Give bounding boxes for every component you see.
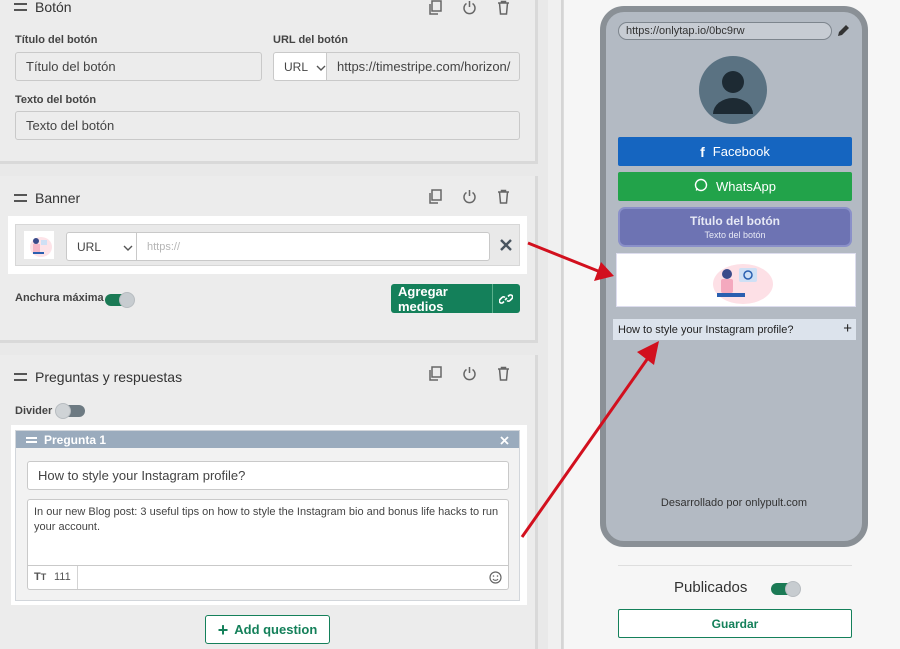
- button-url-type-select[interactable]: URL: [273, 52, 327, 81]
- trash-icon[interactable]: [495, 188, 511, 204]
- banner-row: URL https://: [15, 224, 520, 266]
- power-icon[interactable]: [461, 0, 477, 15]
- button-card: Botón Título del botón Título del botón …: [0, 0, 538, 164]
- preview-footer: Desarrollado por onlypult.com: [660, 497, 808, 509]
- chevron-down-icon: [316, 60, 326, 74]
- add-question-button[interactable]: + Add question: [205, 615, 330, 644]
- copy-icon[interactable]: [427, 365, 443, 381]
- faq-card-title: Preguntas y respuestas: [14, 369, 182, 385]
- banner-url-type-select[interactable]: URL: [66, 232, 137, 261]
- close-icon[interactable]: [500, 434, 509, 448]
- chevron-down-icon: [123, 240, 133, 254]
- drag-handle-icon[interactable]: [14, 194, 27, 202]
- editor-panel: Botón Título del botón Título del botón …: [0, 0, 563, 649]
- copy-icon[interactable]: [427, 0, 443, 15]
- banner-url-input[interactable]: https://: [136, 232, 490, 261]
- preview-faq-item[interactable]: How to style your Instagram profile? +: [613, 319, 856, 340]
- banner-thumbnail[interactable]: [24, 231, 54, 259]
- published-label: Publicados: [674, 579, 748, 596]
- answer-textarea[interactable]: In our new Blog post: 3 useful tips on h…: [27, 499, 509, 566]
- pencil-icon[interactable]: [836, 23, 851, 43]
- emoji-icon[interactable]: [489, 571, 502, 589]
- preview-banner[interactable]: [616, 253, 856, 307]
- link-icon: [491, 284, 520, 313]
- preview-custom-button[interactable]: Título del botón Texto del botón: [618, 207, 852, 247]
- divider-label: Divider: [15, 405, 53, 417]
- text-format-icon[interactable]: TT: [34, 571, 46, 583]
- published-toggle[interactable]: [771, 581, 801, 597]
- button-text-label: Texto del botón: [15, 94, 97, 106]
- drag-handle-icon[interactable]: [14, 373, 27, 381]
- preview-url[interactable]: https://onlytap.io/0bc9rw: [618, 22, 832, 40]
- drag-handle-icon[interactable]: [14, 3, 27, 11]
- button-url-label: URL del botón: [273, 34, 348, 46]
- close-icon[interactable]: [500, 238, 512, 256]
- button-url-input[interactable]: https://timestripe.com/horizon/: [326, 52, 520, 81]
- trash-icon[interactable]: [495, 0, 511, 15]
- add-media-button[interactable]: Agregar medios: [391, 284, 520, 314]
- facebook-icon: f: [700, 143, 705, 160]
- power-icon[interactable]: [461, 365, 477, 381]
- whatsapp-icon: [694, 178, 708, 195]
- max-width-toggle[interactable]: [105, 292, 135, 308]
- button-title-label: Título del botón: [15, 34, 98, 46]
- plus-icon: +: [843, 320, 852, 337]
- question-panel: Pregunta 1 How to style your Instagram p…: [15, 430, 520, 601]
- faq-card-actions: [427, 365, 511, 381]
- button-card-title: Botón: [14, 0, 72, 15]
- button-title-input[interactable]: Título del botón: [15, 52, 262, 81]
- plus-icon: +: [217, 619, 229, 640]
- avatar: [699, 56, 767, 124]
- whatsapp-button[interactable]: WhatsApp: [618, 172, 852, 201]
- banner-card-title: Banner: [14, 190, 80, 206]
- max-width-label: Anchura máxima: [15, 292, 104, 304]
- question-header[interactable]: Pregunta 1: [16, 431, 519, 448]
- copy-icon[interactable]: [427, 188, 443, 204]
- drag-handle-icon[interactable]: [26, 436, 37, 443]
- save-button[interactable]: Guardar: [618, 609, 852, 638]
- trash-icon[interactable]: [495, 365, 511, 381]
- phone-preview: https://onlytap.io/0bc9rw f Facebook Wha…: [600, 6, 868, 547]
- button-text-input[interactable]: Texto del botón: [15, 111, 520, 140]
- answer-toolbar: TT 111: [27, 566, 509, 590]
- power-icon[interactable]: [461, 188, 477, 204]
- question-input[interactable]: How to style your Instagram profile?: [27, 461, 509, 490]
- facebook-button[interactable]: f Facebook: [618, 137, 852, 166]
- button-card-actions: [427, 0, 511, 15]
- char-count: 111: [54, 571, 71, 583]
- banner-card-actions: [427, 188, 511, 204]
- divider-toggle[interactable]: [55, 403, 85, 419]
